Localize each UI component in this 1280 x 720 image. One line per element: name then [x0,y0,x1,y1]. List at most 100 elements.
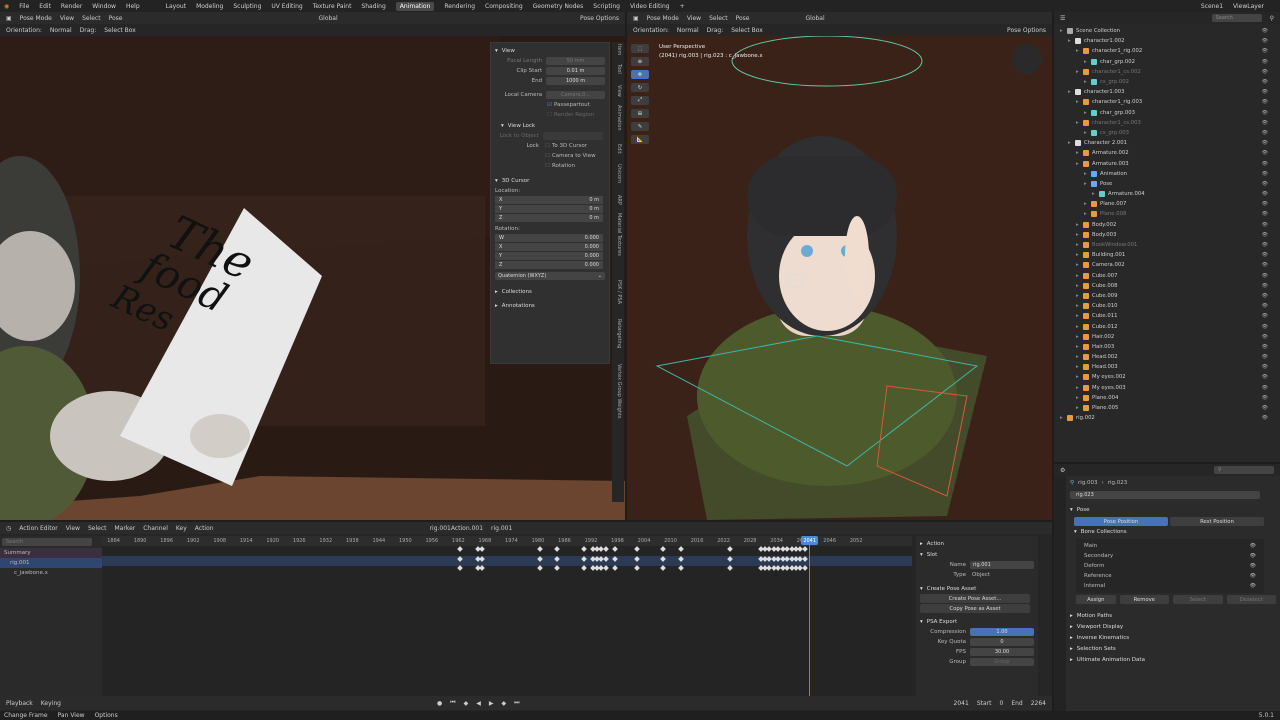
outliner-item[interactable]: ▸ cs_grp.002 👁 [1054,77,1280,87]
bone-collection-item[interactable]: Reference 👁 [1084,571,1256,581]
visibility-eye-icon[interactable]: 👁 [1262,120,1268,126]
keyframe[interactable] [660,565,667,571]
outliner-item[interactable]: ▸ Scene Collection 👁 [1054,26,1280,36]
sidebar-tab-retargeting[interactable]: Retargeting [616,319,622,348]
keyframe[interactable] [660,546,667,552]
expand-arrow-icon[interactable]: ▸ [1076,48,1083,54]
outliner-item[interactable]: ▸ Armature.003 👁 [1054,158,1280,168]
rest-position-button[interactable]: Rest Position [1170,517,1264,526]
sidebar-tab-material-textures[interactable]: Material Textures [616,213,622,256]
expand-arrow-icon[interactable]: ▸ [1076,344,1083,350]
expand-arrow-icon[interactable]: ▸ [1084,59,1091,65]
visibility-eye-icon[interactable]: 👁 [1262,364,1268,370]
ws-tab-layout[interactable]: Layout [166,3,186,10]
local-camera-field[interactable]: Camera.0... [546,91,605,99]
visibility-eye-icon[interactable]: 👁 [1250,553,1256,559]
outliner-item[interactable]: ▸ Pose 👁 [1054,179,1280,189]
expand-arrow-icon[interactable]: ▸ [1076,69,1083,75]
vp1-menu-view[interactable]: View [60,15,74,22]
transform-orientation[interactable]: Global [319,15,338,22]
visibility-eye-icon[interactable]: 👁 [1262,201,1268,207]
visibility-eye-icon[interactable]: 👁 [1262,48,1268,54]
loc-y-field[interactable]: Y 0 m [495,205,603,213]
loc-x-field[interactable]: X 0 m [495,196,603,204]
ws-tab-shading[interactable]: Shading [361,3,385,10]
slot-datablock[interactable]: rig.001 [491,525,512,532]
keyframe-area[interactable] [102,546,912,696]
visibility-eye-icon[interactable]: 👁 [1262,99,1268,105]
keyframe[interactable] [801,546,808,552]
keyframe[interactable] [611,546,618,552]
rot-w-field[interactable]: W 0.000 [495,234,603,242]
keyframe[interactable] [457,565,463,571]
view-lock-header[interactable]: ▾ View Lock [501,120,605,131]
render-region-checkbox[interactable]: ☐ [547,112,552,118]
visibility-eye-icon[interactable]: 👁 [1262,242,1268,248]
outliner-item[interactable]: ▸ Body.003 👁 [1054,230,1280,240]
ws-tab-geometry-nodes[interactable]: Geometry Nodes [533,3,584,10]
cursor-tool-icon[interactable]: ⊕ [631,57,649,66]
outliner-search[interactable]: Search [1211,14,1262,22]
filter-icon[interactable]: ⚲ [1270,15,1274,22]
bone-collection-item[interactable]: Deform 👁 [1084,561,1256,571]
start-field[interactable]: 0 [999,700,1003,707]
outliner-item[interactable]: ▸ Cube.007 👁 [1054,271,1280,281]
menu-help[interactable]: Help [126,3,140,10]
tl-menu-channel[interactable]: Channel [143,525,168,532]
tl-menu-action[interactable]: Action [195,525,214,532]
clip-end-field[interactable]: 1000 m [546,77,605,85]
annotate-tool-icon[interactable]: ✎ [631,122,649,131]
outliner-item[interactable]: ▸ Cube.009 👁 [1054,291,1280,301]
bone-collection-item[interactable]: Internal 👁 [1084,581,1256,591]
expand-arrow-icon[interactable]: ▸ [1076,313,1083,319]
visibility-eye-icon[interactable]: 👁 [1262,334,1268,340]
editor-mode-selector[interactable]: Action Editor [19,525,57,532]
sidebar-tab-arp[interactable]: ARP [616,195,622,205]
deselect-button[interactable]: Deselect [1226,595,1276,604]
menu-edit[interactable]: Edit [39,3,51,10]
visibility-eye-icon[interactable]: 👁 [1262,303,1268,309]
expand-arrow-icon[interactable]: ▸ [1084,79,1091,85]
next-key-icon[interactable]: ◆ [501,700,506,707]
view-section-header[interactable]: ▾ View [495,45,605,56]
outliner-item[interactable]: ▸ Cube.011 👁 [1054,311,1280,321]
action-panel-header[interactable]: ▸ Action [920,538,1034,549]
visibility-eye-icon[interactable]: 👁 [1262,232,1268,238]
visibility-eye-icon[interactable]: 👁 [1262,385,1268,391]
rotate-tool-icon[interactable]: ↻ [631,83,649,92]
tl-menu-select[interactable]: Select [88,525,107,532]
slot-name-field[interactable]: rig.001 [970,561,1034,569]
viewport-right[interactable]: ▣ Pose Mode View Select Pose Global Orie… [627,12,1052,520]
expand-arrow-icon[interactable]: ▸ [1084,171,1091,177]
outliner-item[interactable]: ▸ cs_grp.003 👁 [1054,128,1280,138]
keyframe[interactable] [726,565,733,571]
keyframe[interactable] [678,565,684,571]
expand-arrow-icon[interactable]: ▸ [1076,222,1083,228]
sidebar-tab-vertex-group-weights[interactable]: Vertex Group Weights [616,364,622,419]
orientation-selector[interactable]: Normal [50,27,72,34]
expand-arrow-icon[interactable]: ▸ [1076,161,1083,167]
select-tool-icon[interactable]: ⬚ [631,44,649,53]
add-workspace-button[interactable]: + [680,3,685,10]
keyframe[interactable] [633,565,640,571]
expand-arrow-icon[interactable]: ▸ [1076,242,1083,248]
visibility-eye-icon[interactable]: 👁 [1262,293,1268,299]
visibility-eye-icon[interactable]: 👁 [1262,28,1268,34]
transform-orientation[interactable]: Global [806,15,825,22]
rot-x-field[interactable]: X 0.000 [495,243,603,251]
rot-y-field[interactable]: Y 0.000 [495,252,603,260]
rotation-mode-select[interactable]: Quaternion (WXYZ) ⌄ [495,272,605,280]
vp2-menu-view[interactable]: View [687,15,701,22]
visibility-eye-icon[interactable]: 👁 [1262,161,1268,167]
ws-tab-modeling[interactable]: Modeling [196,3,223,10]
frame-readout[interactable]: 2041 [954,700,969,707]
keyframe[interactable] [633,546,640,552]
expand-arrow-icon[interactable]: ▸ [1076,385,1083,391]
expand-arrow-icon[interactable]: ▸ [1076,324,1083,330]
outliner-item[interactable]: ▸ Armature.002 👁 [1054,148,1280,158]
channel-summary[interactable]: Summary [0,548,102,558]
props-section-header[interactable]: ▸ Inverse Kinematics [1070,632,1276,643]
menu-render[interactable]: Render [61,3,82,10]
loc-z-field[interactable]: Z 0 m [495,214,603,222]
editor-type-icon[interactable]: ▣ [633,15,639,22]
